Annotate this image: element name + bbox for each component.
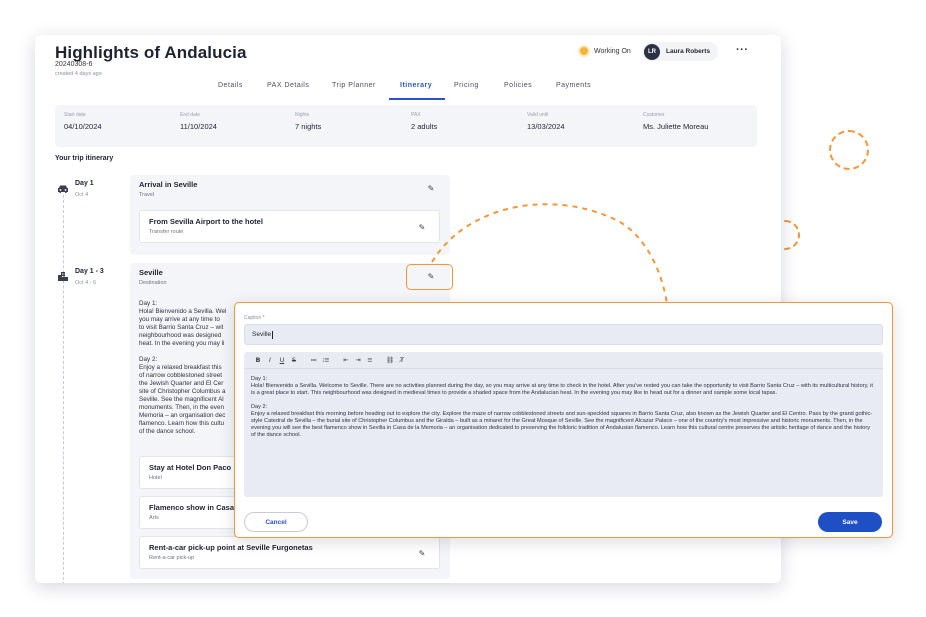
tab-itinerary[interactable]: Itinerary bbox=[400, 82, 432, 89]
day-panel: Arrival in Seville Travel ✎ From Sevilla… bbox=[130, 175, 450, 255]
item-type: Rent-a-car pick-up bbox=[149, 555, 195, 561]
day-header-type: Destination bbox=[139, 280, 167, 286]
more-options-icon[interactable]: ··· bbox=[736, 44, 749, 56]
strikethrough-button[interactable]: S bbox=[288, 356, 300, 364]
edit-caption-modal: Caption * Seville B I U S ≔ ⁝≡ ⇤ ⇥ ≡ ⛓ T… bbox=[234, 302, 893, 538]
tab-policies[interactable]: Policies bbox=[504, 82, 532, 89]
tab-trip-planner[interactable]: Trip Planner bbox=[332, 82, 376, 89]
user-name: Laura Roberts bbox=[666, 48, 711, 55]
highlighted-edit-button[interactable] bbox=[406, 264, 453, 290]
day-header-type: Travel bbox=[139, 192, 155, 198]
decorative-circle bbox=[829, 130, 869, 170]
itinerary-heading: Your trip itinerary bbox=[55, 155, 114, 162]
link-icon[interactable]: ⛓ bbox=[384, 356, 396, 364]
edit-icon[interactable]: ✎ bbox=[416, 549, 428, 559]
bold-button[interactable]: B bbox=[252, 356, 264, 364]
tab-bar: Details PAX Details Trip Planner Itinera… bbox=[35, 82, 781, 98]
item-type: Hotel bbox=[149, 475, 162, 481]
clear-format-icon[interactable]: T̸ bbox=[396, 356, 408, 364]
italic-button[interactable]: I bbox=[264, 356, 276, 364]
summary-start-date: Start date 04/10/2024 bbox=[64, 112, 102, 131]
tab-pricing[interactable]: Pricing bbox=[454, 82, 479, 89]
bullet-list-icon[interactable]: ⁝≡ bbox=[320, 356, 332, 364]
item-type: Arts bbox=[149, 515, 159, 521]
item-title: Rent-a-car pick-up point at Seville Furg… bbox=[149, 543, 313, 552]
user-menu[interactable]: LR Laura Roberts bbox=[642, 42, 719, 61]
day-title: Day 1 - 3 bbox=[75, 268, 104, 275]
avatar: LR bbox=[644, 43, 660, 60]
tab-payments[interactable]: Payments bbox=[556, 82, 591, 89]
day-header-title: Seville bbox=[139, 268, 163, 277]
item-type: Transfer route bbox=[149, 229, 184, 235]
day-date: Oct 4 - 6 bbox=[75, 280, 97, 286]
summary-valid-until: Valid until 13/03/2024 bbox=[527, 112, 565, 131]
timeline-line bbox=[63, 195, 64, 583]
active-tab-indicator bbox=[389, 98, 445, 100]
tab-pax-details[interactable]: PAX Details bbox=[267, 82, 309, 89]
day-header-title: Arrival in Seville bbox=[139, 180, 198, 189]
outdent-icon[interactable]: ⇤ bbox=[340, 356, 352, 364]
edit-icon[interactable]: ✎ bbox=[425, 184, 437, 194]
ordered-list-icon[interactable]: ≔ bbox=[308, 356, 320, 364]
item-title: From Sevilla Airport to the hotel bbox=[149, 217, 263, 226]
align-icon[interactable]: ≡ bbox=[364, 356, 376, 364]
car-icon bbox=[56, 184, 70, 196]
rich-text-editor[interactable]: B I U S ≔ ⁝≡ ⇤ ⇥ ≡ ⛓ T̸ Day 1: Hola! Bie… bbox=[244, 352, 883, 497]
created-date: created 4 days ago bbox=[55, 71, 102, 77]
edit-icon[interactable]: ✎ bbox=[416, 223, 428, 233]
city-icon bbox=[56, 271, 70, 283]
summary-end-date: End date 11/10/2024 bbox=[180, 112, 217, 131]
status-indicator[interactable]: Working On bbox=[580, 47, 631, 55]
underline-button[interactable]: U bbox=[276, 356, 288, 364]
tab-details[interactable]: Details bbox=[218, 82, 243, 89]
editor-toolbar: B I U S ≔ ⁝≡ ⇤ ⇥ ≡ ⛓ T̸ bbox=[244, 352, 883, 369]
day-title: Day 1 bbox=[75, 180, 94, 187]
status-label: Working On bbox=[594, 47, 631, 55]
item-title: Flamenco show in Casa bbox=[149, 503, 235, 512]
indent-icon[interactable]: ⇥ bbox=[352, 356, 364, 364]
destination-description: Day 1: Hola! Bienvenido a Sevilla. Wel y… bbox=[139, 300, 227, 435]
caption-input[interactable]: Seville bbox=[244, 324, 883, 345]
status-dot-icon bbox=[580, 47, 588, 55]
save-button[interactable]: Save bbox=[818, 512, 882, 532]
summary-nights: Nights 7 nights bbox=[295, 112, 322, 131]
caption-label: Caption * bbox=[244, 315, 265, 321]
trip-reference: 20240308-6 bbox=[55, 61, 93, 68]
page-title: Highlights of Andalucia bbox=[55, 43, 247, 62]
item-title: Stay at Hotel Don Paco bbox=[149, 463, 232, 472]
cancel-button[interactable]: Cancel bbox=[244, 512, 308, 532]
trip-summary: Start date 04/10/2024 End date 11/10/2024 … bbox=[55, 105, 757, 147]
editor-content[interactable]: Day 1: Hola! Bienvenido a Sevilla. Welco… bbox=[251, 376, 876, 446]
list-item[interactable]: Rent-a-car pick-up point at Seville Furg… bbox=[139, 536, 440, 569]
summary-pax: PAX 2 adults bbox=[411, 112, 438, 131]
day-date: Oct 4 bbox=[75, 192, 89, 198]
summary-customer: Customer Ms. Juliette Moreau bbox=[643, 112, 709, 131]
list-item[interactable]: From Sevilla Airport to the hotel Transf… bbox=[139, 210, 440, 243]
